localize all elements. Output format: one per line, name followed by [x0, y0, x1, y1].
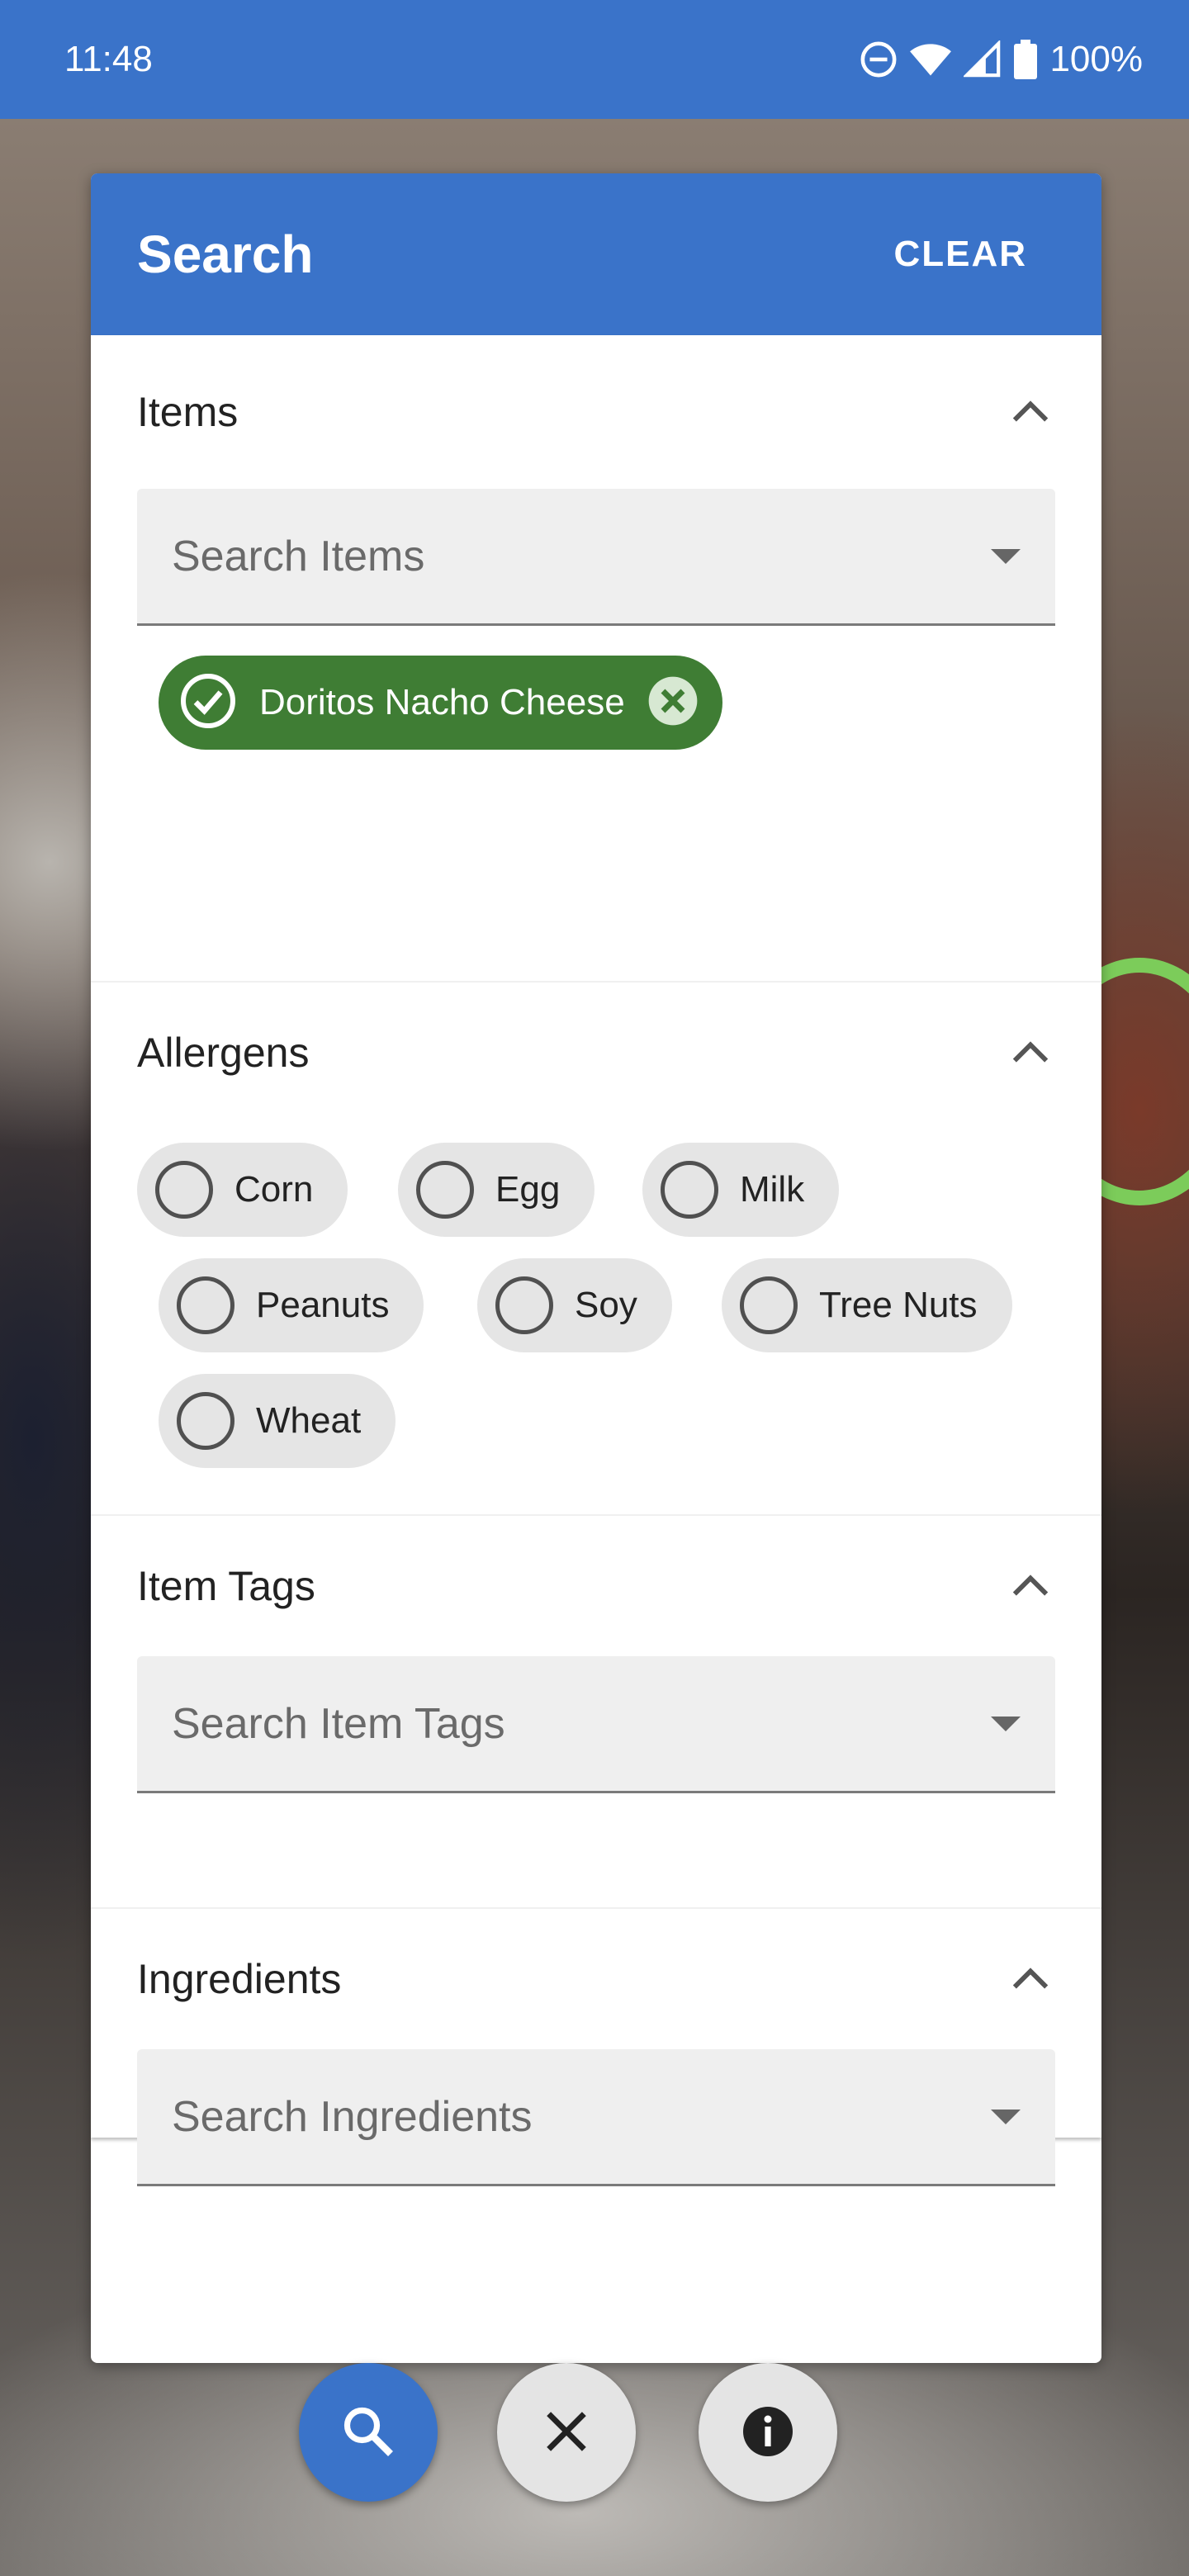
select-placeholder: Search Item Tags — [172, 1699, 505, 1748]
section-title: Ingredients — [137, 1956, 342, 2002]
items-section-header[interactable]: Items — [91, 335, 1101, 489]
radio-icon — [661, 1161, 718, 1219]
ingredients-section-header[interactable]: Ingredients — [91, 1909, 1101, 2049]
search-ingredients-select[interactable]: Search Ingredients — [137, 2049, 1055, 2186]
allergen-label: Wheat — [256, 1400, 362, 1441]
allergen-chip-corn[interactable]: Corn — [137, 1143, 348, 1237]
close-fab[interactable] — [497, 2363, 636, 2502]
dropdown-arrow-icon — [991, 548, 1021, 564]
chevron-up-icon[interactable] — [1006, 1561, 1055, 1611]
allergen-label: Tree Nuts — [819, 1285, 978, 1325]
section-title: Item Tags — [137, 1563, 315, 1609]
dropdown-arrow-icon — [991, 2109, 1021, 2124]
panel-title: Search — [137, 225, 314, 284]
search-item-tags-select[interactable]: Search Item Tags — [137, 1656, 1055, 1793]
radio-icon — [177, 1276, 234, 1334]
select-placeholder: Search Items — [172, 532, 425, 580]
ingredients-section: Ingredients Search Ingredients — [91, 1909, 1101, 2302]
clear-button[interactable]: CLEAR — [893, 234, 1027, 275]
allergen-chip-wheat[interactable]: Wheat — [159, 1374, 396, 1468]
allergen-label: Soy — [575, 1285, 637, 1325]
allergen-label: Corn — [234, 1169, 314, 1210]
battery-percent: 100% — [1049, 39, 1143, 79]
items-section: Items Search Items Doritos Nacho Cheese — [91, 335, 1101, 983]
radio-icon — [495, 1276, 553, 1334]
search-fab[interactable] — [299, 2363, 438, 2502]
chevron-up-icon[interactable] — [1006, 1954, 1055, 2004]
radio-icon — [177, 1392, 234, 1450]
chevron-up-icon[interactable] — [1006, 1028, 1055, 1077]
chevron-up-icon[interactable] — [1006, 387, 1055, 437]
select-placeholder: Search Ingredients — [172, 2092, 533, 2141]
allergens-section: Allergens Corn Egg Milk Peanuts Soy Tree… — [91, 983, 1101, 1516]
item-tags-section-header[interactable]: Item Tags — [91, 1516, 1101, 1656]
radio-icon — [155, 1161, 213, 1219]
dnd-icon — [860, 40, 898, 78]
allergen-label: Peanuts — [256, 1285, 390, 1325]
allergen-chip-peanuts[interactable]: Peanuts — [159, 1258, 424, 1352]
search-items-select[interactable]: Search Items — [137, 489, 1055, 626]
close-icon — [540, 2405, 593, 2460]
filter-sections: Items Search Items Doritos Nacho Cheese — [91, 335, 1101, 2186]
allergen-chip-egg[interactable]: Egg — [398, 1143, 595, 1237]
selected-item-chip[interactable]: Doritos Nacho Cheese — [159, 656, 722, 750]
battery-icon — [1013, 40, 1038, 79]
dropdown-arrow-icon — [991, 1716, 1021, 1731]
section-title: Allergens — [137, 1030, 310, 1076]
status-icons: 100% — [860, 39, 1143, 80]
allergen-chip-tree-nuts[interactable]: Tree Nuts — [722, 1258, 1012, 1352]
allergen-label: Milk — [740, 1169, 805, 1210]
item-tags-section: Item Tags Search Item Tags — [91, 1516, 1101, 1909]
check-circle-icon — [178, 671, 238, 735]
remove-chip-icon[interactable] — [647, 675, 699, 732]
allergen-chip-milk[interactable]: Milk — [642, 1143, 840, 1237]
search-panel: Search CLEAR Items Search Items Doritos … — [91, 173, 1101, 2363]
radio-icon — [416, 1161, 474, 1219]
signal-icon — [964, 40, 1002, 78]
allergens-section-header[interactable]: Allergens — [91, 983, 1101, 1123]
info-fab[interactable] — [699, 2363, 837, 2502]
section-title: Items — [137, 389, 239, 435]
wifi-icon — [909, 40, 952, 78]
radio-icon — [740, 1276, 798, 1334]
chip-label: Doritos Nacho Cheese — [259, 682, 625, 722]
panel-header: Search CLEAR — [91, 173, 1101, 335]
status-bar: 11:48 100% — [0, 0, 1189, 119]
allergen-chip-soy[interactable]: Soy — [477, 1258, 672, 1352]
allergen-label: Egg — [495, 1169, 561, 1210]
info-icon — [738, 2402, 798, 2464]
search-icon — [339, 2402, 398, 2464]
status-time: 11:48 — [64, 39, 153, 79]
